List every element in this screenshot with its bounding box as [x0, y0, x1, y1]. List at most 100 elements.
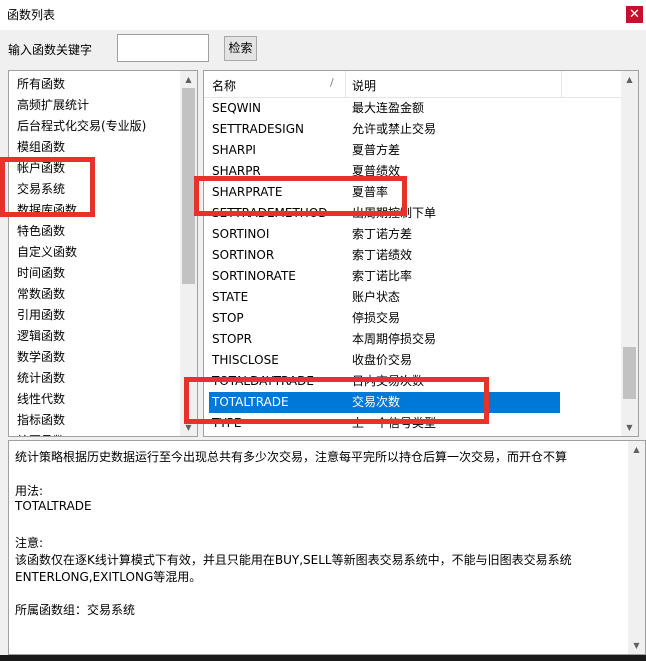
function-desc: 最大连盈金额	[352, 101, 425, 115]
category-item[interactable]: 常数函数	[17, 284, 65, 304]
description-line: 注意:	[15, 536, 44, 550]
function-desc: 夏普方差	[352, 143, 401, 157]
column-header-name[interactable]: 名称	[212, 77, 236, 94]
function-row[interactable]: SHARPI 夏普方差	[204, 140, 623, 161]
function-name: THISCLOSE	[212, 353, 279, 367]
description-scrollbar[interactable]: ▲ ▼	[628, 441, 645, 654]
function-desc: 索丁诺绩效	[352, 248, 413, 262]
description-line: 用法:	[15, 484, 44, 498]
category-item[interactable]: 绘图函数	[17, 431, 65, 436]
function-desc: 日内交易次数	[352, 374, 425, 388]
category-item[interactable]: 数据库函数	[17, 200, 77, 220]
function-desc: 索丁诺方差	[352, 227, 413, 241]
sort-indicator-icon: /	[330, 76, 334, 89]
category-scrollbar[interactable]: ▲ ▼	[180, 71, 197, 436]
function-list[interactable]: 名称 / 说明 SEQWIN 最大连盈金额 SETTRADESIGN 允许或禁止交易 S…	[203, 70, 639, 437]
keyword-label: 输入函数关键字	[8, 43, 93, 57]
category-item[interactable]: 引用函数	[17, 305, 65, 325]
function-row[interactable]: STOP 停损交易	[204, 308, 623, 329]
function-row[interactable]: SETTRADESIGN 允许或禁止交易	[204, 119, 623, 140]
category-item[interactable]: 逻辑函数	[17, 326, 65, 346]
window-title: 函数列表	[7, 8, 56, 22]
function-row[interactable]: SEQWIN 最大连盈金额	[204, 98, 623, 119]
function-name: SORTINOR	[212, 248, 275, 262]
function-name: SETTRADEMETHOD	[212, 206, 328, 220]
function-desc: 出周期控制下单	[352, 206, 437, 220]
function-name: SHARPRATE	[212, 185, 283, 199]
close-icon[interactable]: ✕	[626, 6, 643, 23]
function-desc: 本周期停损交易	[352, 332, 437, 346]
function-name: SEQWIN	[212, 101, 262, 115]
function-name: STOPR	[212, 332, 252, 346]
function-name: SHARPI	[212, 143, 256, 157]
taskbar-strip	[0, 655, 646, 661]
function-desc: 夏普率	[352, 185, 389, 199]
function-desc: 停损交易	[352, 311, 401, 325]
category-item[interactable]: 所有函数	[17, 74, 65, 94]
function-name: STATE	[212, 290, 249, 304]
function-desc: 上一个信号类型	[352, 416, 437, 430]
scroll-thumb[interactable]	[623, 347, 636, 399]
column-header-desc[interactable]: 说明	[352, 77, 376, 94]
function-desc: 索丁诺比率	[352, 269, 413, 283]
function-desc: 允许或禁止交易	[352, 122, 437, 136]
function-row[interactable]: TOTALTRADE 交易次数	[209, 392, 560, 413]
description-line: 该函数仅在逐K线计算模式下有效，并且只能用在BUY,SELL等新图表交易系统中，…	[15, 553, 572, 567]
keyword-input[interactable]	[117, 34, 209, 62]
function-row[interactable]: SORTINOR 索丁诺绩效	[204, 245, 623, 266]
category-list[interactable]: 所有函数 高频扩展统计 后台程式化交易(专业版) 模组函数 帐户函数 交易系统 数据库函数特…	[8, 70, 198, 437]
function-row[interactable]: THISCLOSE 收盘价交易	[204, 350, 623, 371]
function-name: TYPE	[212, 416, 242, 430]
function-row[interactable]: SHARPRATE 夏普率	[204, 182, 623, 203]
scroll-up-icon[interactable]: ▲	[628, 441, 645, 458]
search-button[interactable]: 检索	[224, 36, 257, 61]
function-name: TOTALDAYTRADE	[212, 374, 314, 388]
function-desc: 账户状态	[352, 290, 401, 304]
function-row[interactable]: SORTINOI 索丁诺方差	[204, 224, 623, 245]
column-divider[interactable]	[345, 71, 346, 97]
function-row[interactable]: STATE 账户状态	[204, 287, 623, 308]
description-line: TOTALTRADE	[15, 499, 92, 513]
function-desc: 交易次数	[352, 395, 401, 409]
category-item[interactable]: 统计函数	[17, 368, 65, 388]
function-list-header: 名称 / 说明	[204, 71, 623, 98]
function-row[interactable]: TYPE 上一个信号类型	[204, 413, 623, 434]
function-row[interactable]: SHARPR 夏普绩效	[204, 161, 623, 182]
description-panel: 统计策略根据历史数据运行至今出现总共有多少次交易，注意每平完所以持仓后算一次交易…	[8, 440, 646, 655]
category-item[interactable]: 时间函数	[17, 263, 65, 283]
function-desc: 夏普绩效	[352, 164, 401, 178]
scroll-down-icon[interactable]: ▼	[180, 419, 197, 436]
scroll-thumb[interactable]	[182, 88, 195, 284]
category-item[interactable]: 数学函数	[17, 347, 65, 367]
category-item[interactable]: 特色函数	[17, 221, 65, 241]
category-item[interactable]: 后台程式化交易(专业版)	[17, 116, 146, 136]
scroll-up-icon[interactable]: ▲	[180, 71, 197, 88]
scroll-down-icon[interactable]: ▼	[628, 637, 645, 654]
description-line: 统计策略根据历史数据运行至今出现总共有多少次交易，注意每平完所以持仓后算一次交易…	[15, 450, 568, 464]
function-name: STOP	[212, 311, 244, 325]
function-row[interactable]: SETTRADEMETHOD 出周期控制下单	[204, 203, 623, 224]
title-bar: 函数列表 ✕	[0, 0, 646, 30]
function-name: SETTRADESIGN	[212, 122, 304, 136]
function-name: SORTINORATE	[212, 269, 296, 283]
category-item[interactable]: 自定义函数	[17, 242, 77, 262]
category-item[interactable]: 高频扩展统计	[17, 95, 89, 115]
category-item[interactable]: 交易系统	[17, 179, 65, 199]
category-item[interactable]: 指标函数	[17, 410, 65, 430]
function-name: TOTALTRADE	[212, 395, 289, 409]
function-name: SORTINOI	[212, 227, 270, 241]
description-line: 所属函数组：交易系统	[15, 603, 136, 617]
function-scrollbar[interactable]: ▲ ▼	[621, 71, 638, 436]
scroll-up-icon[interactable]: ▲	[621, 71, 638, 88]
function-name: SHARPR	[212, 164, 261, 178]
function-desc: 收盘价交易	[352, 353, 413, 367]
function-row[interactable]: STOPR 本周期停损交易	[204, 329, 623, 350]
category-item[interactable]: 线性代数	[17, 389, 65, 409]
category-item[interactable]: 模组函数	[17, 137, 65, 157]
column-divider[interactable]	[561, 71, 562, 97]
function-row[interactable]: TOTALDAYTRADE 日内交易次数	[204, 371, 623, 392]
scroll-down-icon[interactable]: ▼	[621, 419, 638, 436]
function-row[interactable]: SORTINORATE 索丁诺比率	[204, 266, 623, 287]
category-item[interactable]: 帐户函数	[17, 158, 65, 178]
description-line: ENTERLONG,EXITLONG等混用。	[15, 570, 202, 584]
